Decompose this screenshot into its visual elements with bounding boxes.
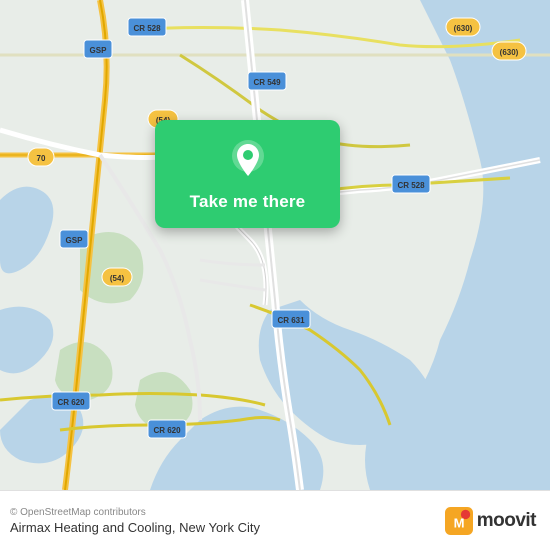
map-svg: CR 528 CR 549 (630) (630) GSP (54) 70 GS…: [0, 0, 550, 490]
location-pin-icon: [226, 138, 270, 182]
map-container: CR 528 CR 549 (630) (630) GSP (54) 70 GS…: [0, 0, 550, 490]
business-name: Airmax Heating and Cooling, New York Cit…: [10, 520, 260, 535]
svg-text:CR 549: CR 549: [253, 78, 281, 87]
svg-text:CR 620: CR 620: [153, 426, 181, 435]
moovit-icon: M: [445, 507, 473, 535]
svg-text:CR 528: CR 528: [397, 181, 425, 190]
svg-text:(630): (630): [454, 24, 473, 33]
take-me-there-label: Take me there: [190, 192, 306, 212]
svg-text:70: 70: [37, 154, 46, 163]
svg-text:CR 631: CR 631: [277, 316, 305, 325]
svg-text:(630): (630): [500, 48, 519, 57]
svg-text:M: M: [453, 515, 464, 530]
moovit-text: moovit: [477, 510, 536, 532]
svg-text:(54): (54): [110, 274, 125, 283]
bottom-bar: © OpenStreetMap contributors Airmax Heat…: [0, 490, 550, 550]
moovit-logo: M moovit: [445, 507, 536, 535]
attribution: © OpenStreetMap contributors: [10, 507, 260, 518]
svg-text:CR 528: CR 528: [133, 24, 161, 33]
svg-text:CR 620: CR 620: [57, 398, 85, 407]
svg-text:GSP: GSP: [90, 46, 108, 55]
left-section: © OpenStreetMap contributors Airmax Heat…: [10, 507, 260, 535]
take-me-there-card[interactable]: Take me there: [155, 120, 340, 228]
svg-text:GSP: GSP: [66, 236, 84, 245]
